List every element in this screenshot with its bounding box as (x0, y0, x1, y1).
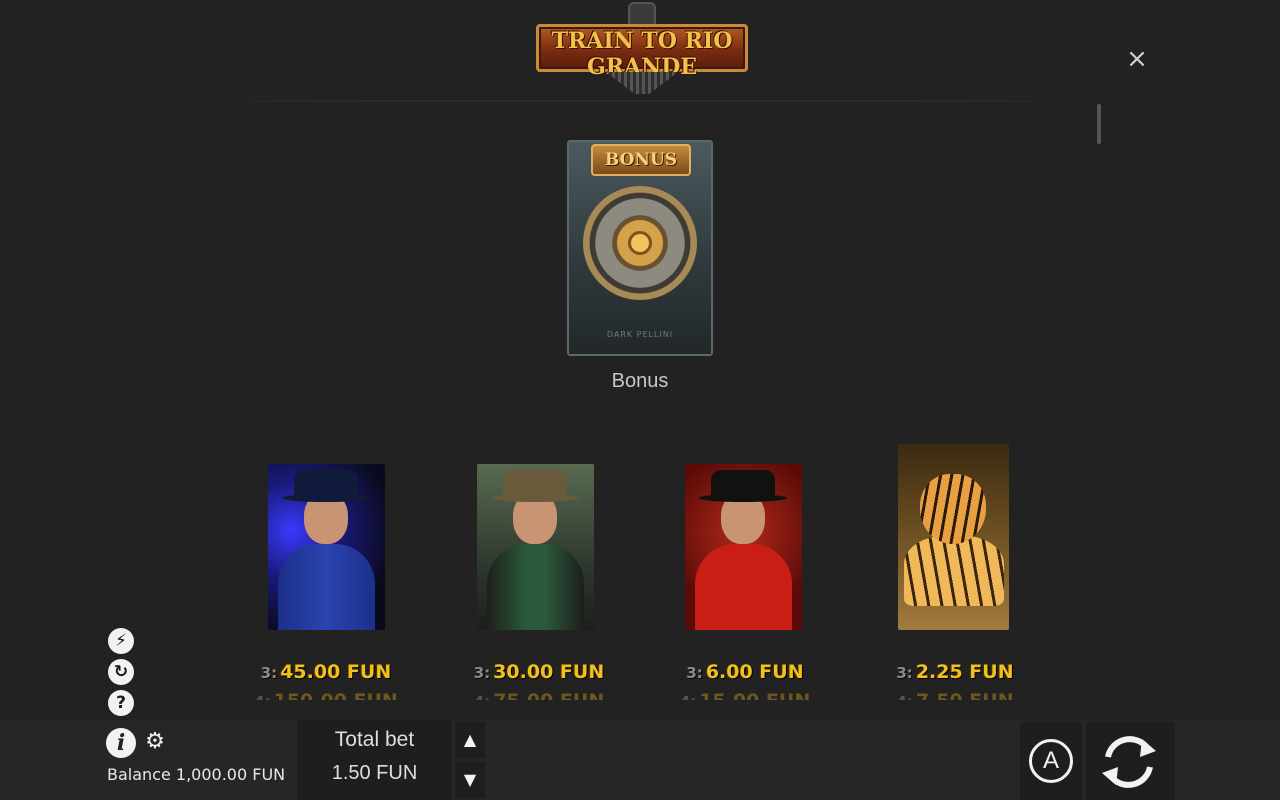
tiger-face (920, 474, 986, 544)
lady-dress (695, 544, 792, 630)
vault-icon (583, 186, 697, 300)
lady-hat (711, 470, 775, 500)
total-bet-panel: Total bet 1.50 FUN (297, 720, 452, 800)
gear-icon[interactable]: ⚙ (144, 731, 166, 753)
help-icon[interactable]: ? (108, 690, 134, 716)
tiger-body (904, 536, 1004, 606)
bonus-tag: BONUS (591, 144, 691, 176)
banker-top-hat (294, 470, 358, 500)
spin-button[interactable] (1086, 722, 1175, 800)
sheriff-payout-3: 3: 30.00 FUN (473, 661, 605, 683)
lady-payout-4: 4:15.00 FUN (670, 690, 820, 700)
tiger-symbol (898, 444, 1009, 630)
close-icon[interactable]: × (1124, 46, 1150, 72)
logo-chimney (628, 2, 656, 26)
divider (190, 100, 1090, 102)
total-bet-value: 1.50 FUN (331, 762, 418, 784)
balance-display: Balance 1,000.00 FUN (107, 765, 286, 784)
total-bet-label: Total bet (334, 728, 415, 751)
bet-increase-button[interactable]: ▲ (455, 722, 485, 758)
bonus-label: Bonus (611, 370, 669, 392)
tiger-payout-3: 3: 2.25 FUN (896, 661, 1014, 683)
autoplay-icon: A (1029, 739, 1073, 783)
scrollbar-thumb[interactable] (1097, 104, 1101, 144)
lady-payout-3: 3: 6.00 FUN (686, 661, 804, 683)
bet-decrease-button[interactable]: ▼ (455, 762, 485, 798)
info-icon[interactable]: i (106, 728, 136, 758)
sheriff-cowboy-hat (503, 470, 567, 500)
turbo-icon[interactable]: ⚡ (108, 628, 134, 654)
banker-symbol (268, 464, 385, 630)
lady-symbol (685, 464, 802, 630)
autoplay-button[interactable]: A (1020, 722, 1082, 800)
bonus-credit: DARK PELLINI (606, 330, 674, 339)
sheriff-symbol (477, 464, 594, 630)
bonus-symbol: BONUS DARK PELLINI (567, 140, 713, 356)
history-icon[interactable]: ↻ (108, 659, 134, 685)
banker-body (278, 544, 375, 630)
logo-grill (606, 72, 678, 94)
spin-icon (1102, 736, 1156, 788)
tiger-payout-4: 4:7.50 FUN (880, 690, 1030, 700)
banker-payout-4: 4:150.00 FUN (251, 690, 401, 700)
sheriff-body (487, 544, 584, 630)
sheriff-payout-4: 4:75.00 FUN (464, 690, 614, 700)
game-logo: TRAIN TO RIO GRANDE (536, 0, 748, 100)
banker-payout-3: 3: 45.00 FUN (260, 661, 392, 683)
vault-hub (628, 231, 652, 255)
